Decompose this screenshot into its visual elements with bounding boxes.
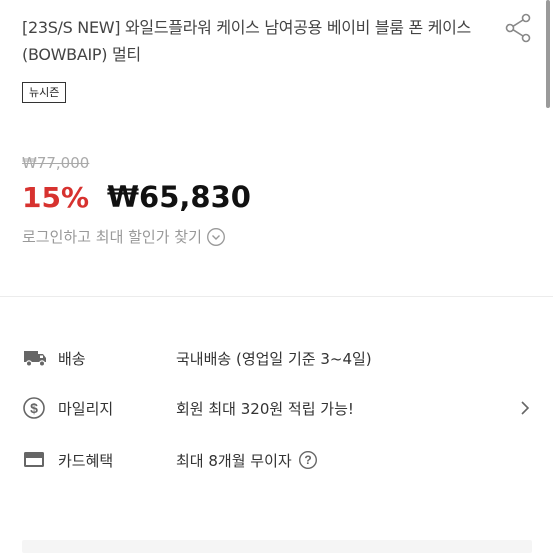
card-benefit-row: 카드혜택 최대 8개월 무이자 ?: [22, 445, 532, 475]
card-benefit-value-wrap: 최대 8개월 무이자 ?: [176, 450, 532, 471]
shipping-row: 배송 국내배송 (영업일 기준 3~4일): [22, 343, 532, 373]
card-benefit-value: 최대 8개월 무이자: [176, 451, 292, 470]
scrollbar[interactable]: [546, 0, 550, 108]
product-title-area: [23S/S NEW] 와일드플라워 케이스 남여공용 베이비 블룸 폰 케이스…: [22, 14, 492, 68]
mileage-value: 회원 최대 320원 적립 가능!: [176, 399, 354, 418]
shipping-value: 국내배송 (영업일 기준 3~4일): [176, 349, 372, 368]
help-icon[interactable]: ?: [298, 450, 318, 470]
sale-price: ₩65,830: [107, 180, 251, 214]
login-discount-label: 로그인하고 최대 할인가 찾기: [22, 228, 202, 246]
chevron-right-icon[interactable]: [518, 399, 532, 417]
discount-rate: 15%: [22, 181, 90, 214]
share-icon[interactable]: [503, 12, 533, 44]
dollar-coin-icon: $: [23, 397, 45, 419]
section-divider: [0, 296, 553, 297]
svg-text:?: ?: [304, 453, 311, 467]
original-price: ₩77,000: [22, 154, 90, 172]
bottom-panel: [22, 540, 532, 553]
login-discount-link[interactable]: 로그인하고 최대 할인가 찾기: [22, 226, 226, 247]
truck-icon: [24, 351, 46, 367]
product-title: [23S/S NEW] 와일드플라워 케이스 남여공용 베이비 블룸 폰 케이스…: [22, 18, 471, 64]
chevron-down-icon: [206, 227, 225, 246]
mileage-label: 마일리지: [58, 399, 114, 418]
shipping-label: 배송: [58, 349, 86, 368]
season-badge: 뉴시즌: [22, 82, 67, 103]
price-row: 15% ₩65,830: [22, 180, 251, 214]
card-benefit-label: 카드혜택: [58, 451, 114, 470]
svg-text:$: $: [30, 400, 38, 416]
mileage-row[interactable]: $ 마일리지 회원 최대 320원 적립 가능!: [22, 393, 532, 423]
credit-card-icon: [24, 452, 44, 467]
